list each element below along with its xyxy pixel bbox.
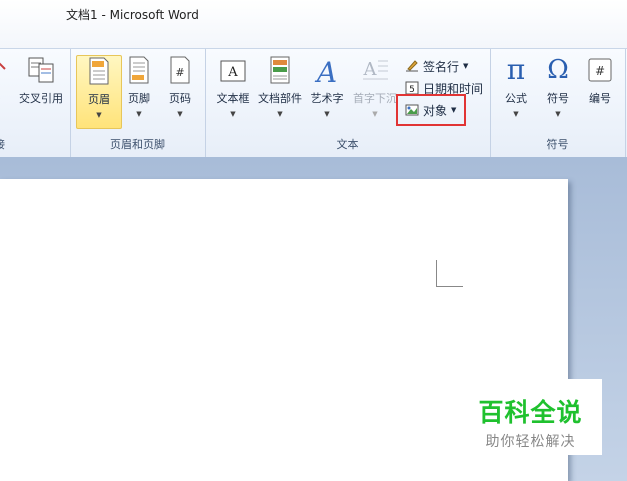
bookmark-icon	[0, 62, 6, 70]
symbol-label: 符号	[547, 92, 569, 105]
chevron-down-icon: ▼	[372, 110, 378, 118]
footer-button[interactable]: 页脚 ▼	[117, 55, 161, 127]
svg-text:#: #	[175, 66, 184, 79]
signature-line-label: 签名行	[423, 59, 460, 74]
pi-icon: π	[506, 53, 526, 86]
header-footer-group: 页眉 ▼ 页脚 ▼ # 页码 ▼ 页眉和页脚	[70, 49, 206, 157]
cross-reference-button[interactable]: 交叉引用	[14, 55, 68, 127]
chevron-down-icon: ▼	[463, 62, 469, 70]
chevron-down-icon: ▼	[177, 110, 183, 118]
watermark-title: 百科全说	[478, 398, 583, 427]
numbering-label: 编号	[589, 92, 611, 105]
text-group-label: 文本	[336, 138, 359, 151]
drop-cap-button[interactable]: A 首字下沉 ▼	[351, 55, 399, 127]
header-button[interactable]: 页眉 ▼	[76, 55, 122, 129]
cross-reference-icon	[28, 57, 54, 83]
signature-line-button[interactable]: 签名行 ▼	[405, 57, 468, 75]
bookmark-label: 签	[0, 90, 8, 106]
page-number-button[interactable]: # 页码 ▼	[158, 55, 202, 127]
quick-parts-button[interactable]: 文档部件 ▼	[255, 55, 305, 127]
links-group-label: 接	[0, 136, 70, 152]
svg-text:A: A	[227, 65, 238, 80]
page-number-label: 页码	[169, 92, 191, 105]
ribbon: 签 交叉引用 接 页眉 ▼	[0, 48, 627, 158]
watermark-logo: 百科全说 助你轻松解决	[459, 379, 602, 455]
equation-label: 公式	[505, 92, 527, 105]
header-footer-group-label: 页眉和页脚	[110, 138, 165, 151]
svg-text:A: A	[314, 56, 337, 85]
svg-text:A: A	[363, 59, 378, 80]
numbering-icon: #	[588, 58, 612, 82]
quick-parts-icon	[270, 56, 290, 84]
equation-button[interactable]: π 公式 ▼	[494, 55, 538, 127]
quick-parts-label: 文档部件	[258, 92, 302, 105]
omega-icon: Ω	[547, 55, 569, 85]
drop-cap-label: 首字下沉	[353, 92, 397, 105]
date-time-icon: 5	[405, 81, 419, 95]
window-title: 文档1 - Microsoft Word	[66, 8, 199, 22]
object-highlight-box	[396, 94, 466, 126]
watermark-subtitle: 助你轻松解决	[485, 434, 576, 450]
numbering-glyph: #	[595, 64, 605, 78]
page-number-icon: #	[170, 56, 190, 84]
text-box-button[interactable]: A 文本框 ▼	[211, 55, 255, 127]
symbol-button[interactable]: Ω 符号 ▼	[536, 55, 580, 127]
chevron-down-icon: ▼	[96, 111, 102, 119]
page-corner-mark	[436, 260, 463, 287]
chevron-down-icon: ▼	[513, 110, 519, 118]
footer-label: 页脚	[128, 92, 150, 105]
links-group: 签 交叉引用 接	[0, 49, 71, 157]
wordart-icon: A	[314, 56, 337, 85]
wordart-button[interactable]: A 艺术字 ▼	[305, 55, 349, 127]
title-bar: 文档1 - Microsoft Word	[0, 0, 627, 48]
text-box-icon: A	[220, 60, 246, 82]
chevron-down-icon: ▼	[230, 110, 236, 118]
symbols-group-label: 符号	[546, 138, 569, 151]
chevron-down-icon: ▼	[277, 110, 283, 118]
signature-line-icon	[406, 60, 418, 72]
text-box-label: 文本框	[216, 92, 250, 105]
chevron-down-icon: ▼	[555, 110, 561, 118]
header-icon	[89, 57, 109, 85]
chevron-down-icon: ▼	[136, 110, 142, 118]
chevron-down-icon: ▼	[324, 110, 330, 118]
wordart-label: 艺术字	[310, 92, 344, 105]
cross-reference-label: 交叉引用	[19, 92, 63, 105]
bookmark-button[interactable]: 签	[0, 55, 8, 127]
symbols-group: π 公式 ▼ Ω 符号 ▼ # 编号 符号	[490, 49, 626, 157]
numbering-button[interactable]: # 编号	[578, 55, 622, 127]
footer-icon	[129, 56, 149, 84]
header-label: 页眉	[88, 93, 110, 106]
drop-cap-icon: A	[363, 59, 388, 80]
